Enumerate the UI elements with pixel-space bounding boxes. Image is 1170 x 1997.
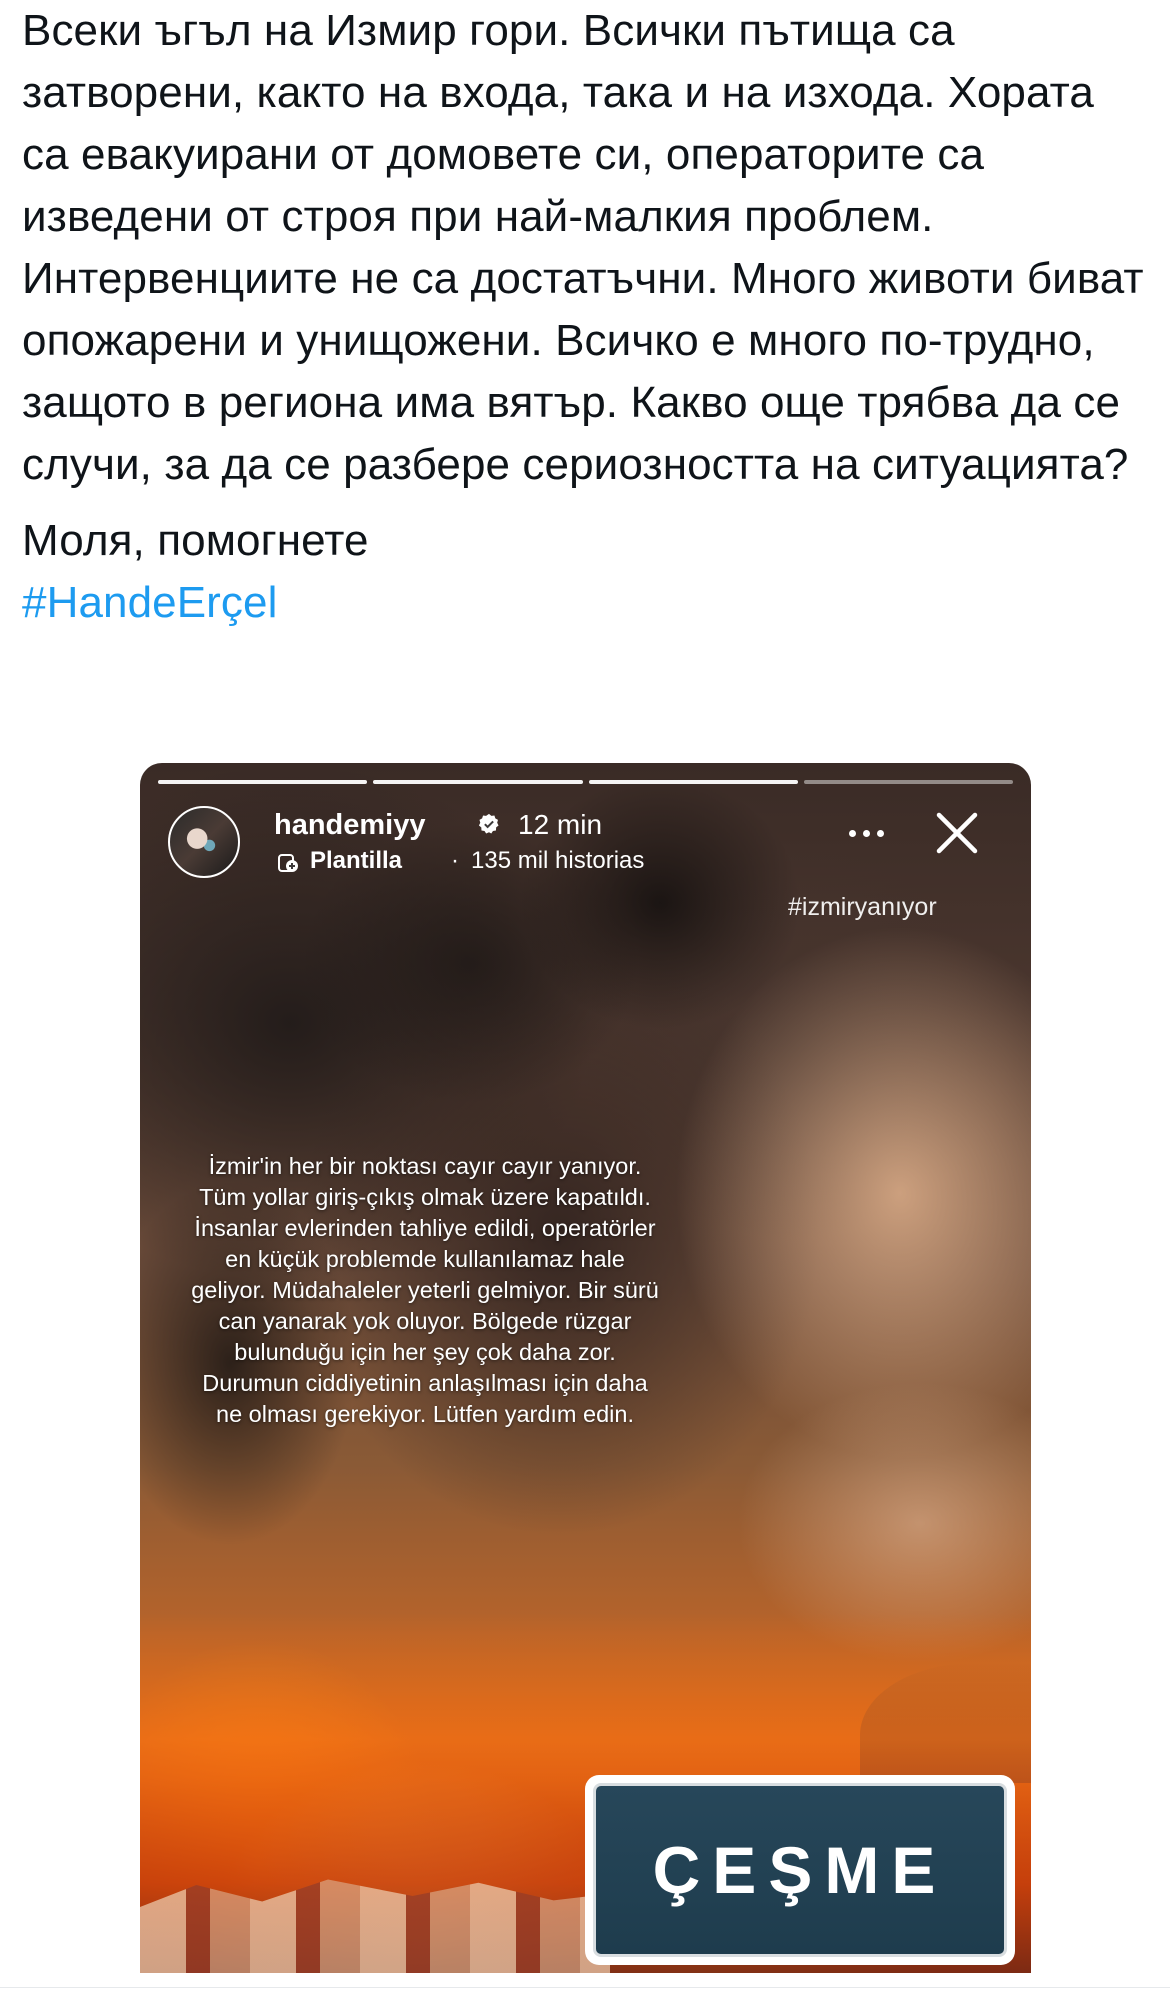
progress-segment	[373, 780, 583, 784]
template-label[interactable]: Plantilla	[310, 847, 402, 875]
cesme-sign: ÇEŞME	[585, 1775, 1015, 1965]
story-time: 12 min	[518, 809, 603, 840]
hashtag-link[interactable]: #HandeErçel	[22, 578, 277, 627]
progress-segment	[158, 780, 368, 784]
tweet-plea: Моля, помогнете	[22, 516, 369, 565]
progress-segment	[803, 780, 1013, 784]
progress-segment	[588, 780, 798, 784]
template-count: 135 mil historias	[471, 847, 645, 874]
story-hashtag: #izmiryanıyor	[788, 893, 937, 921]
divider	[0, 1987, 1170, 1988]
verified-badge-icon	[478, 813, 499, 834]
more-options-icon[interactable]	[841, 813, 891, 853]
template-icon	[278, 854, 298, 872]
story-username[interactable]: handemiyy	[274, 809, 426, 842]
close-icon[interactable]	[927, 803, 987, 863]
story-image[interactable]: handemiyy 12 min Plantilla · 135 mil his…	[140, 763, 1031, 1973]
sign-text: ÇEŞME	[593, 1783, 1007, 1957]
story-caption: İzmir'in her bir noktası cayır cayır yan…	[191, 1153, 659, 1427]
story-header: handemiyy 12 min Plantilla · 135 mil his…	[168, 803, 1011, 883]
tweet-text: Всеки ъгъл на Измир гори. Всички пътища …	[22, 0, 1152, 634]
tweet-body: Всеки ъгъл на Измир гори. Всички пътища …	[22, 6, 1144, 489]
separator-dot: ·	[451, 847, 459, 874]
avatar[interactable]	[168, 806, 240, 878]
story-progress	[158, 780, 1013, 786]
